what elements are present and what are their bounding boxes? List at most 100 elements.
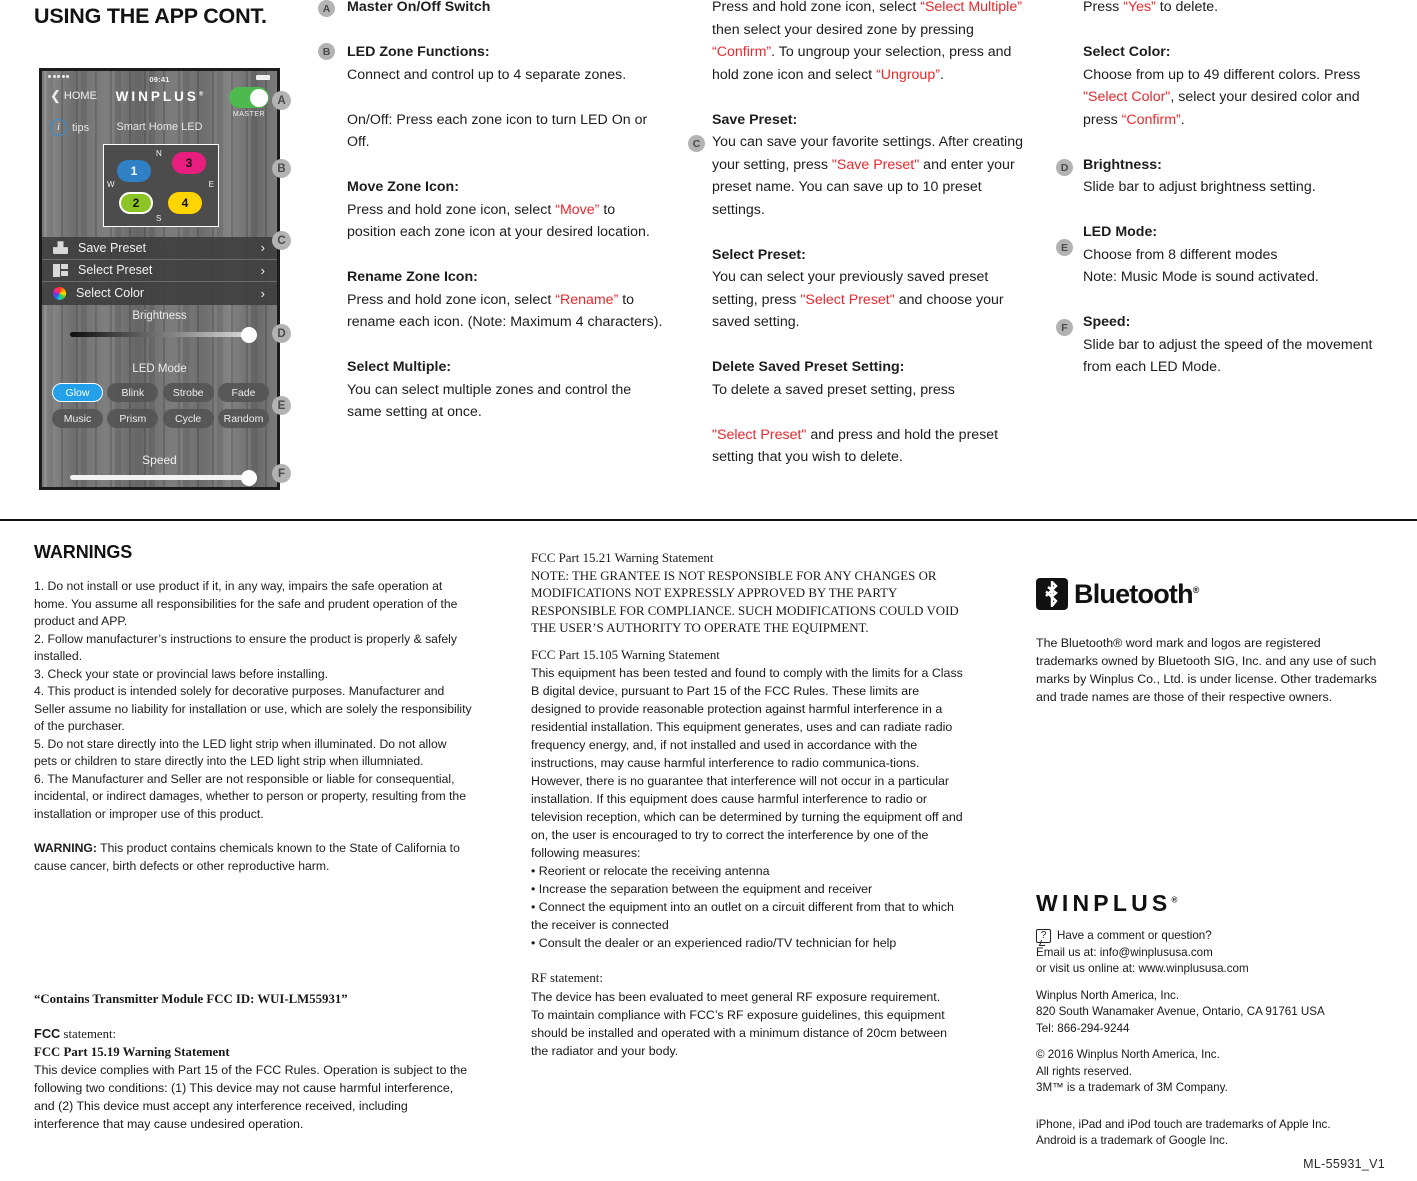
text-select-multiple-cont: Press and hold zone icon, select “Select… — [712, 0, 1022, 83]
heading-speed: Speed: — [1083, 314, 1131, 330]
quoted-select-preset-2: "Select Preset" — [712, 426, 807, 443]
fcc-part-1519-heading: FCC Part 15.19 Warning Statement — [34, 1045, 230, 1059]
mode-button-random[interactable]: Random — [217, 409, 269, 428]
zone-icon-3[interactable]: 3 — [172, 152, 206, 174]
mode-button-music[interactable]: Music — [52, 409, 103, 428]
compass-north: N — [156, 149, 162, 158]
mode-button-cycle[interactable]: Cycle — [162, 409, 214, 428]
heading-led-zone-functions: LED Zone Functions: — [347, 44, 490, 60]
bluetooth-icon — [1036, 578, 1068, 610]
quoted-yes: “Yes” — [1123, 0, 1156, 15]
quoted-confirm: “Confirm” — [712, 44, 772, 60]
save-preset-menu-row[interactable]: Save Preset › — [42, 237, 277, 260]
zone-icon-4[interactable]: 4 — [168, 192, 202, 214]
fcc-part-15105-body: This equipment has been tested and found… — [531, 666, 963, 860]
text-led-zone-functions: Connect and control up to 4 separate zon… — [347, 66, 627, 83]
select-preset-menu-row[interactable]: Select Preset › — [42, 259, 277, 282]
warning-item-5: 5. Do not stare directly into the LED li… — [34, 736, 447, 769]
phone-nav-bar: ❮ HOME WINPLUS® MASTER — [42, 85, 277, 118]
battery-icon — [256, 75, 270, 80]
heading-save-preset: Save Preset: — [712, 111, 798, 128]
mode-button-glow[interactable]: Glow — [52, 383, 103, 402]
winplus-logo: WINPLUS® — [1036, 890, 1178, 916]
text-speed: Slide bar to adjust the speed of the mov… — [1083, 336, 1373, 376]
fcc-part-1521-body: NOTE: THE GRANTEE IS NOT RESPONSIBLE FOR… — [531, 568, 959, 636]
led-mode-row-2: Music Prism Cycle Random — [52, 409, 269, 428]
zone-icon-1[interactable]: 1 — [117, 160, 151, 182]
chevron-right-icon: › — [260, 285, 265, 301]
fcc-bullet-1: • Reorient or relocate the receiving ant… — [531, 864, 770, 878]
website-line[interactable]: or visit us online at: www.winplususa.co… — [1036, 961, 1396, 978]
legend-badge-b: B — [318, 43, 335, 60]
callout-badge-d: D — [272, 324, 291, 343]
select-color-label: Select Color — [76, 286, 145, 301]
color-wheel-icon — [53, 286, 66, 300]
text-select-preset: You can select your previously saved pre… — [712, 269, 1004, 330]
text-rename-zone-icon: Press and hold zone icon, select “Rename… — [347, 291, 663, 331]
mode-button-blink[interactable]: Blink — [107, 383, 159, 402]
transmitter-module-id: “Contains Transmitter Module FCC ID: WUI… — [34, 992, 348, 1006]
trademark-android: Android is a trademark of Google Inc. — [1036, 1134, 1229, 1147]
select-color-menu-row[interactable]: Select Color › — [42, 282, 277, 305]
heading-rename-zone-icon: Rename Zone Icon: — [347, 269, 478, 285]
led-mode-label: LED Mode — [132, 363, 187, 375]
fcc-part-1521-heading: FCC Part 15.21 Warning Statement — [531, 551, 714, 565]
quoted-select-preset: "Select Preset" — [800, 291, 895, 308]
heading-select-preset: Select Preset: — [712, 246, 806, 263]
master-on-off-switch[interactable] — [229, 87, 269, 108]
quoted-move: “Move” — [555, 201, 600, 218]
quoted-ungroup: “Ungroup” — [876, 66, 940, 83]
instructions-column-2: Press and hold zone icon, select “Select… — [712, 0, 1030, 469]
phone-status-bar: 09:41 — [42, 71, 277, 85]
led-mode-row-1: Glow Blink Strobe Fade — [52, 383, 269, 402]
select-preset-label: Select Preset — [78, 263, 153, 278]
phone-subtitle: Smart Home LED — [116, 121, 203, 133]
warning-item-3: 3. Check your state or provincial laws b… — [34, 666, 328, 681]
zone-icon-2[interactable]: 2 — [119, 192, 153, 214]
legend-badge-f: F — [1056, 319, 1073, 336]
fcc-middle-column: FCC Part 15.21 Warning Statement NOTE: T… — [531, 550, 963, 1060]
text-led-mode-2: Note: Music Mode is sound activated. — [1083, 269, 1319, 285]
save-preset-label: Save Preset — [78, 240, 147, 255]
brightness-slider-knob[interactable] — [241, 326, 257, 343]
chevron-right-icon: › — [260, 262, 265, 278]
callout-badge-b: B — [272, 159, 291, 178]
callout-badge-a: A — [272, 91, 291, 110]
prop65-warning: WARNING: This product contains chemicals… — [34, 841, 460, 873]
led-zone-map[interactable]: N S W E 1 2 3 4 — [103, 144, 219, 227]
legend-badge-e: E — [1056, 239, 1073, 256]
brightness-slider[interactable] — [70, 326, 257, 343]
speed-slider[interactable] — [70, 469, 257, 486]
heading-brightness: Brightness: — [1083, 156, 1162, 173]
warnings-list: 1. Do not install or use product if it, … — [34, 578, 472, 875]
heading-master-switch: Master On/Off Switch — [347, 0, 491, 15]
company-phone: Tel: 866-294-9244 — [1036, 1021, 1130, 1035]
email-line[interactable]: Email us at: info@winplususa.com — [1036, 945, 1396, 962]
text-on-off: On/Off: Press each zone icon to turn LED… — [347, 111, 648, 151]
text-delete-saved-preset-1: To delete a saved preset setting, press — [712, 381, 955, 398]
bluetooth-logo: Bluetooth® — [1036, 578, 1199, 610]
text-brightness: Slide bar to adjust brightness setting. — [1083, 179, 1316, 195]
text-select-multiple: You can select multiple zones and contro… — [347, 381, 632, 421]
bluetooth-trademark-notice: The Bluetooth® word mark and logos are r… — [1036, 636, 1377, 704]
speed-track — [70, 475, 250, 480]
fcc-part-15105-heading: FCC Part 15.105 Warning Statement — [531, 647, 720, 662]
question-line: Have a comment or question? — [1057, 929, 1212, 942]
text-save-preset: You can save your favorite settings. Aft… — [712, 134, 1023, 218]
quoted-select-color: "Select Color" — [1083, 89, 1171, 105]
text-press-yes: Press “Yes” to delete. — [1083, 0, 1219, 15]
rights-line: All rights reserved. — [1036, 1064, 1133, 1078]
rf-statement-heading: RF statement: — [531, 971, 603, 985]
question-row: ? Have a comment or question? — [1036, 928, 1396, 945]
mode-button-fade[interactable]: Fade — [217, 383, 269, 402]
page-title: USING THE APP CONT. — [34, 4, 267, 28]
brightness-track — [70, 332, 250, 337]
callout-badge-f: F — [272, 464, 291, 483]
chevron-right-icon: › — [260, 240, 265, 256]
speed-slider-knob[interactable] — [241, 469, 257, 486]
mode-button-prism[interactable]: Prism — [107, 409, 159, 428]
heading-move-zone-icon: Move Zone Icon: — [347, 179, 459, 195]
mode-button-strobe[interactable]: Strobe — [162, 383, 214, 402]
contact-block: ? Have a comment or question? Email us a… — [1036, 928, 1396, 1150]
callout-badge-e: E — [272, 396, 291, 415]
